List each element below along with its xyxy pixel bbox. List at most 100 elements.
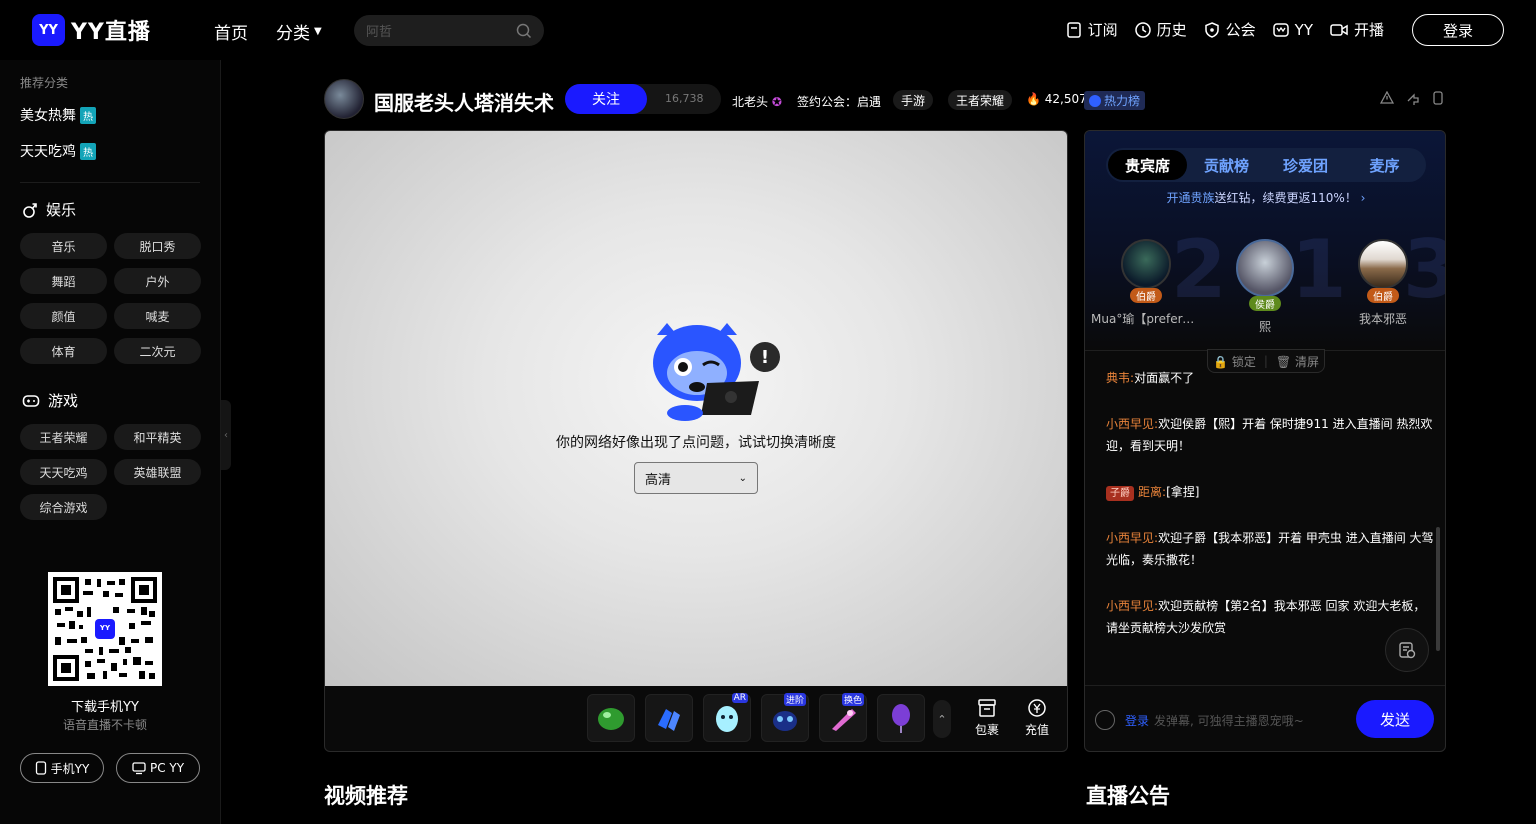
vip-seat[interactable]: 伯爵 Mua°瑜【preference】 (1091, 239, 1201, 327)
quality-select[interactable]: 高清 ⌄ (634, 462, 758, 494)
male-symbol-icon (23, 202, 37, 218)
chat-user[interactable]: 距离 (1138, 485, 1162, 499)
send-button[interactable]: 发送 (1356, 700, 1434, 738)
chat-user[interactable]: 典韦 (1106, 371, 1130, 385)
report-icon[interactable] (1380, 91, 1394, 105)
vip-seat[interactable]: 伯爵 我本邪恶 (1328, 239, 1438, 327)
chip-misc-games[interactable]: 综合游戏 (20, 494, 107, 520)
tab-mic-queue[interactable]: 麦序 (1345, 150, 1424, 180)
seat-user-name: Mua°瑜【preference】 (1091, 312, 1201, 326)
chip-peacekeeper[interactable]: 和平精英 (114, 424, 201, 450)
chip-lol[interactable]: 英雄联盟 (114, 459, 201, 485)
video-player[interactable]: ! 你的网络好像出现了点问题，试试切换清晰度 高清 ⌄ (324, 130, 1068, 686)
anchor-avatar[interactable] (324, 79, 364, 119)
share-icon[interactable] (1406, 91, 1420, 105)
guild-label[interactable]: 签约公会：启遇 (797, 93, 881, 110)
tab-fan-club[interactable]: 珍爱团 (1266, 150, 1345, 180)
chip-talkshow[interactable]: 脱口秀 (114, 233, 201, 259)
chat-user[interactable]: 小西早见 (1106, 417, 1154, 431)
avatar (1358, 239, 1408, 289)
mobile-view-icon[interactable] (1432, 91, 1444, 105)
chevron-right-icon: › (1360, 191, 1366, 205)
gift-item[interactable]: 进阶 (761, 693, 809, 742)
chat-text: 对面赢不了 (1134, 371, 1195, 385)
gift-tag-advanced: 进阶 (783, 693, 806, 706)
link-broadcast-label: 开播 (1353, 21, 1384, 39)
chip-music[interactable]: 音乐 (20, 233, 107, 259)
gamepad-icon (22, 394, 40, 407)
network-error-mascot: ! (653, 323, 780, 421)
chat-text: [拿捏] (1166, 485, 1200, 499)
sidebar-item-hot-dance[interactable]: 美女热舞 热 (20, 105, 96, 125)
vip-seat[interactable]: 侯爵 熙 (1210, 239, 1320, 335)
chip-dance[interactable]: 舞蹈 (20, 268, 107, 294)
pc-yy-button[interactable]: PC YY (116, 753, 200, 783)
panel-tabs: 贵宾席 贡献榜 珍爱团 麦序 (1106, 148, 1426, 182)
chat-scrollbar[interactable] (1436, 527, 1440, 651)
chat-user[interactable]: 小西早见 (1106, 531, 1154, 545)
tag-mobile-game[interactable]: 手游 (893, 90, 934, 110)
seat-noble-badge: 伯爵 (1130, 288, 1162, 303)
chip-outdoor[interactable]: 户外 (114, 268, 201, 294)
seat-noble-badge: 侯爵 (1249, 296, 1281, 311)
search-input[interactable]: 阿哲 (366, 21, 392, 40)
chip-looks[interactable]: 颜值 (20, 303, 107, 329)
pink-rocket-gift-icon (832, 709, 856, 731)
chat-user[interactable]: 小西早见 (1106, 599, 1154, 613)
login-button[interactable]: 登录 (1412, 14, 1504, 46)
chip-shout[interactable]: 喊麦 (114, 303, 201, 329)
star-badge-icon: ✪ (771, 95, 782, 109)
search-box[interactable]: 阿哲 (354, 15, 544, 46)
noble-link[interactable]: 开通贵族 (1167, 191, 1215, 205)
heat-rank-label: 热力榜 (1104, 94, 1141, 108)
tab-contribution[interactable]: 贡献榜 (1187, 150, 1266, 180)
heat-rank-badge[interactable]: 热力榜 (1084, 91, 1146, 110)
anchor-name[interactable]: 北老头 ✪ (732, 93, 782, 110)
chat-input[interactable]: 发弹幕, 可独得主播恩宠哦~ (1154, 712, 1304, 729)
recharge-button[interactable]: 充值 (1017, 698, 1057, 738)
gift-item[interactable]: 换色 (819, 693, 867, 742)
chevron-left-icon: ‹ (224, 429, 228, 441)
chat-list[interactable]: 典韦:对面赢不了 小西早见:欢迎侯爵【熙】开着 保时捷911 进入直播间 热烈欢… (1106, 367, 1436, 663)
chat-filter-button[interactable] (1385, 628, 1429, 672)
follow-button[interactable]: 关注 (565, 84, 647, 114)
heat-number: 42,507 (1044, 92, 1087, 106)
chip-sports[interactable]: 体育 (20, 338, 107, 364)
hot-badge: 热 (80, 142, 96, 160)
link-yy[interactable]: YY (1272, 21, 1313, 39)
link-subscribe[interactable]: 订阅 (1065, 19, 1118, 40)
emoji-icon[interactable] (1095, 710, 1115, 730)
sidebar-item-hot-pubg[interactable]: 天天吃鸡 热 (20, 141, 96, 161)
link-history-label: 历史 (1156, 21, 1187, 39)
section-entertainment[interactable]: 娱乐 (22, 199, 76, 220)
gift-item[interactable] (587, 694, 635, 742)
link-history[interactable]: 历史 (1134, 19, 1187, 40)
link-broadcast[interactable]: 开播 (1329, 19, 1384, 40)
tag-honor-of-kings[interactable]: 王者荣耀 (948, 90, 1013, 110)
chip-honor-of-kings[interactable]: 王者荣耀 (20, 424, 107, 450)
pc-yy-label: PC YY (149, 761, 185, 775)
yy-logo[interactable]: YY YY直播 (32, 14, 151, 46)
sidebar-collapse-toggle[interactable]: ‹ (221, 400, 231, 470)
link-guild-label: 公会 (1225, 21, 1256, 39)
link-guild[interactable]: 公会 (1203, 19, 1256, 40)
search-icon[interactable] (516, 23, 532, 39)
chevron-down-icon: ⌄ (738, 472, 747, 484)
gift-expand-toggle[interactable]: ⌃ (933, 700, 951, 738)
gift-item[interactable] (877, 694, 925, 742)
top-bar: YY YY直播 首页 分类 ▼ 阿哲 订阅 历史 公会 YY 开播 登录 (0, 0, 1536, 60)
section-games[interactable]: 游戏 (22, 390, 78, 411)
mobile-yy-button[interactable]: 手机YY (20, 753, 104, 783)
noble-promo[interactable]: 开通贵族送红钻，续费更返110%！ › (1085, 189, 1445, 206)
gift-item[interactable]: AR (703, 693, 751, 742)
chat-login-link[interactable]: 登录 (1125, 712, 1149, 729)
gift-item[interactable] (645, 694, 693, 742)
chip-anime[interactable]: 二次元 (114, 338, 201, 364)
shield-icon (1204, 21, 1219, 38)
tab-vip-seats[interactable]: 贵宾席 (1108, 150, 1187, 180)
chip-pubg[interactable]: 天天吃鸡 (20, 459, 107, 485)
nav-category[interactable]: 分类 ▼ (276, 19, 322, 44)
bag-button[interactable]: 包裹 (967, 698, 1007, 738)
nav-home[interactable]: 首页 (214, 19, 248, 44)
video-recommend-title: 视频推荐 (324, 784, 408, 808)
